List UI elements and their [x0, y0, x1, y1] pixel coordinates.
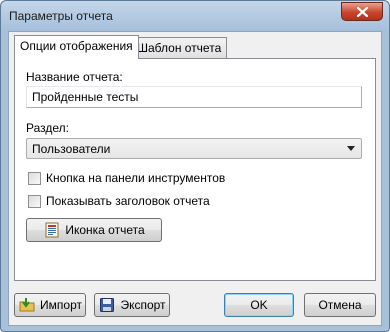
report-icon-button[interactable]: Иконка отчета: [26, 218, 162, 242]
dialog-client-area: Опции отображения Шаблон отчета Название…: [8, 31, 382, 326]
import-button[interactable]: Импорт: [14, 293, 86, 317]
tab-report-template[interactable]: Шаблон отчета: [131, 37, 228, 58]
checkbox-box[interactable]: [28, 194, 41, 208]
close-icon: [356, 6, 368, 17]
export-button-label: Экспорт: [120, 298, 166, 312]
report-name-label: Название отчета:: [26, 70, 123, 84]
checkbox-label: Показывать заголовок отчета: [46, 194, 210, 208]
export-button[interactable]: Экспорт: [94, 293, 170, 317]
cancel-button[interactable]: Отмена: [304, 293, 376, 317]
cancel-button-label: Отмена: [318, 298, 362, 312]
ok-button[interactable]: OK: [224, 293, 294, 317]
tab-label: Шаблон отчета: [137, 41, 222, 55]
dialog-window: Параметры отчета Опции отображения Шабло…: [0, 0, 390, 332]
import-icon: [18, 297, 35, 314]
section-select[interactable]: Пользователи: [26, 138, 362, 159]
checkbox-label: Кнопка на панели инструментов: [46, 171, 226, 185]
report-name-input[interactable]: Пройденные тесты: [26, 86, 362, 108]
report-name-value: Пройденные тесты: [32, 90, 139, 104]
window-title: Параметры отчета: [9, 9, 113, 23]
toolbar-button-checkbox[interactable]: Кнопка на панели инструментов: [28, 171, 225, 185]
tab-label: Опции отображения: [20, 39, 133, 53]
report-icon: [43, 222, 60, 239]
ok-button-label: OK: [250, 298, 268, 312]
tab-display-options[interactable]: Опции отображения: [14, 35, 139, 59]
title-bar[interactable]: Параметры отчета: [1, 1, 389, 31]
close-button[interactable]: [341, 2, 383, 21]
checkbox-box[interactable]: [28, 171, 41, 185]
report-icon-button-label: Иконка отчета: [65, 223, 145, 237]
chevron-down-icon: [347, 146, 355, 151]
show-header-checkbox[interactable]: Показывать заголовок отчета: [28, 194, 210, 208]
section-value: Пользователи: [32, 142, 111, 156]
import-button-label: Импорт: [40, 298, 82, 312]
save-icon: [98, 297, 115, 314]
tab-panel: Название отчета: Пройденные тесты Раздел…: [14, 58, 376, 281]
section-label: Раздел:: [26, 121, 69, 135]
